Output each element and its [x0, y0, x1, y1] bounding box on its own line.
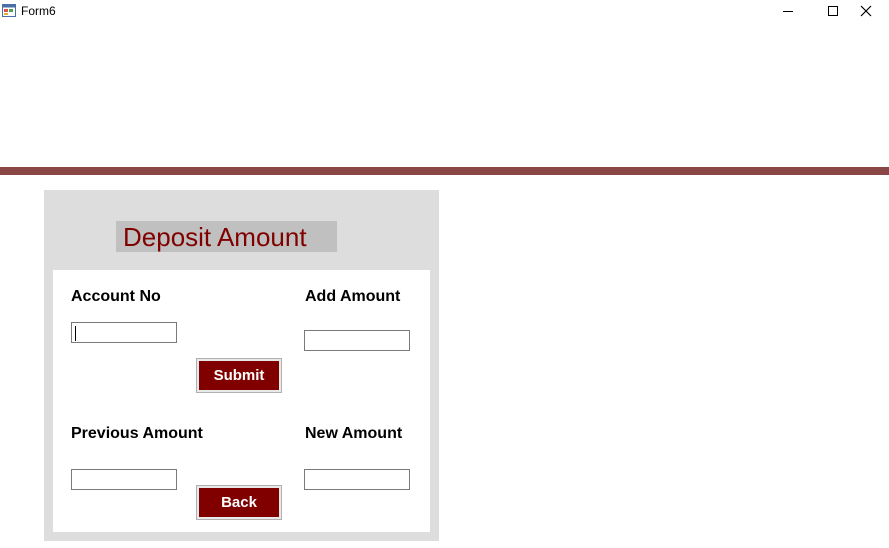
- new-amount-label: New Amount: [305, 425, 403, 442]
- submit-button-label: Submit: [199, 361, 279, 390]
- account-no-input[interactable]: [71, 322, 177, 343]
- text-caret: [75, 326, 76, 341]
- close-button[interactable]: [843, 0, 889, 22]
- close-icon: [860, 5, 872, 17]
- page-title: Deposit Amount: [123, 222, 307, 252]
- previous-amount-input[interactable]: [71, 469, 177, 490]
- maximize-icon: [828, 6, 838, 16]
- account-no-label: Account No: [71, 288, 161, 305]
- app-icon: [2, 4, 16, 17]
- previous-amount-label: Previous Amount: [71, 425, 203, 442]
- title-bar: Form6: [0, 0, 889, 22]
- back-button-label: Back: [199, 488, 279, 517]
- header-divider-bar: [0, 167, 889, 175]
- back-button[interactable]: Back: [196, 485, 282, 520]
- window-title: Form6: [21, 4, 56, 18]
- new-amount-input[interactable]: [304, 469, 410, 490]
- minimize-button[interactable]: [765, 0, 811, 22]
- submit-button[interactable]: Submit: [196, 358, 282, 393]
- add-amount-label: Add Amount: [305, 288, 401, 305]
- add-amount-input[interactable]: [304, 330, 410, 351]
- minimize-icon: [783, 11, 793, 12]
